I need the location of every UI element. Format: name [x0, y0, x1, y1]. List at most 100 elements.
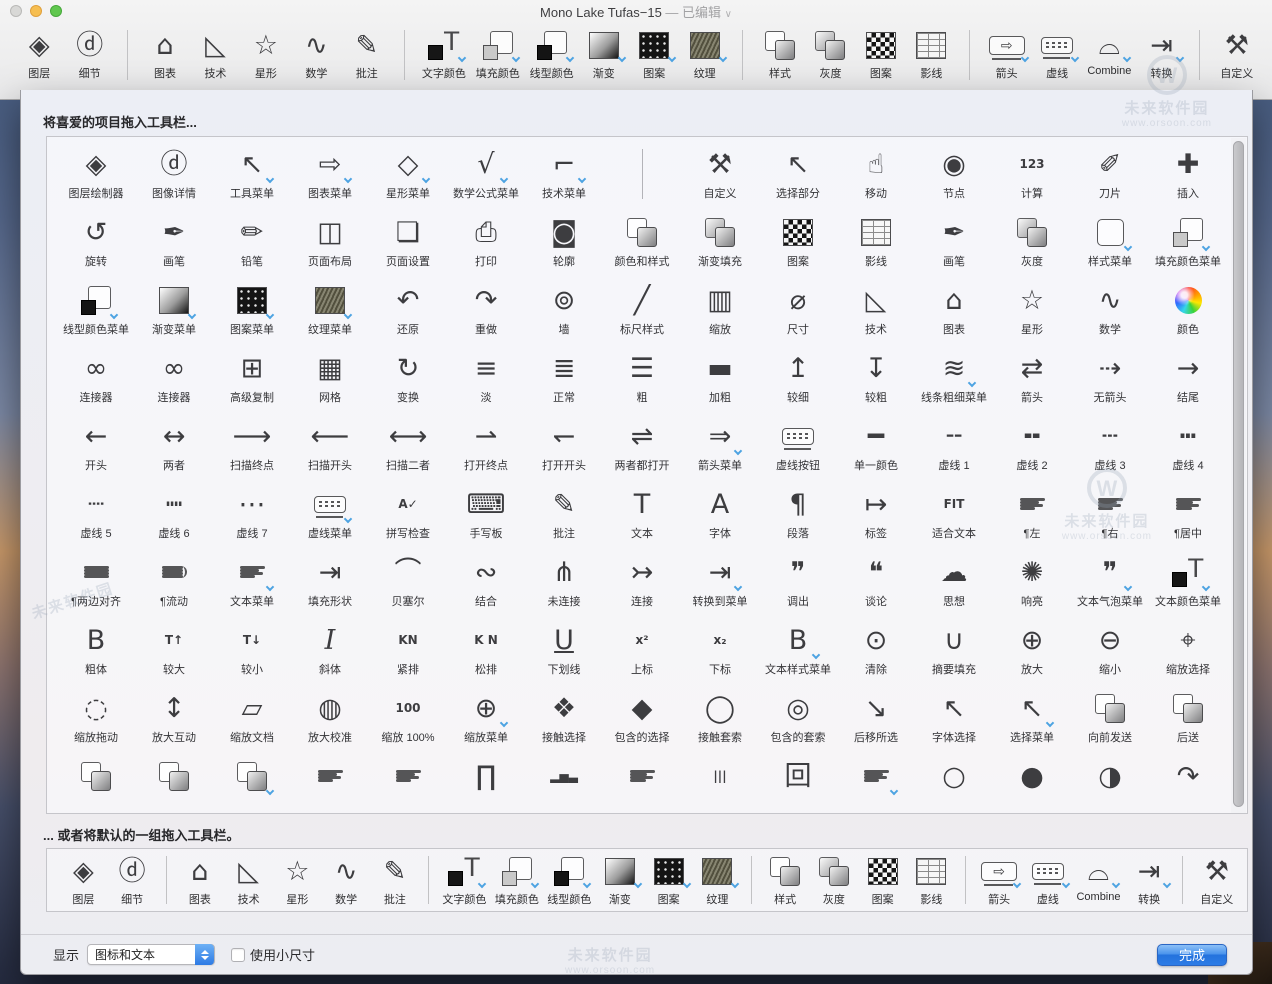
item-line-thick[interactable]: ☰粗 [603, 343, 681, 411]
done-button[interactable]: 完成 [1157, 944, 1227, 966]
item-chart[interactable]: ⌂图表 [148, 26, 182, 81]
item-redo[interactable]: ↷重做 [447, 275, 525, 343]
item-texture-menu[interactable]: 纹理菜单 [291, 275, 369, 343]
item-callout[interactable]: ❞调出 [759, 547, 837, 615]
item-style[interactable]: 样式 [763, 26, 797, 81]
item-math[interactable]: ∿数学 [328, 852, 365, 907]
item-dash[interactable]: 虚线 [1029, 852, 1066, 907]
item-tech[interactable]: ◺技术 [198, 26, 232, 81]
item-arrow[interactable]: ⇨箭头 [989, 26, 1023, 81]
item-dash-1[interactable]: ╌虚线 1 [915, 411, 993, 479]
item-grayscale[interactable]: 灰度 [816, 852, 853, 907]
item-select-part[interactable]: ↖选择部分 [759, 139, 837, 207]
item-details[interactable]: ⓓ细节 [72, 26, 106, 81]
item-subscript[interactable]: x₂下标 [681, 615, 759, 683]
item-ruler-style[interactable]: ╱标尺样式 [603, 275, 681, 343]
item-para-left[interactable]: ¶左 [993, 479, 1071, 547]
item-texture[interactable]: 纹理 [687, 26, 721, 81]
item-rotate[interactable]: ↺旋转 [57, 207, 135, 275]
item-line-thinner[interactable]: ↥较细 [759, 343, 837, 411]
item-combine[interactable]: ⌓Combine [1090, 26, 1128, 77]
item-zoom-document[interactable]: ▱缩放文档 [213, 683, 291, 751]
item-italic[interactable]: I斜体 [291, 615, 369, 683]
item-tools-menu[interactable]: ↖工具菜单 [213, 139, 291, 207]
item-kern-tight[interactable]: KN紧排 [369, 615, 447, 683]
item-details[interactable]: ⓓ细节 [114, 852, 151, 907]
item-dash-4[interactable]: ┅虚线 4 [1149, 411, 1227, 479]
item-concentric-squares[interactable]: 回 [759, 751, 837, 814]
item-sweep-end[interactable]: ⟶扫描终点 [213, 411, 291, 479]
scrollbar-thumb[interactable] [1233, 141, 1244, 807]
item-arrow-start[interactable]: ←开头 [57, 411, 135, 479]
item-histogram[interactable]: ▂▅▃ [525, 751, 603, 814]
item-chart[interactable]: ⌂图表 [181, 852, 218, 907]
item-open-end[interactable]: ⇀打开终点 [447, 411, 525, 479]
item-overlap-squares[interactable] [57, 751, 135, 814]
item-text-color[interactable]: 文字颜色 [444, 852, 484, 907]
item-arrow-menu[interactable]: ⇒箭头菜单 [681, 411, 759, 479]
item-pencil[interactable]: ✏铅笔 [213, 207, 291, 275]
item-zoom-calibrate[interactable]: ◍放大校准 [291, 683, 369, 751]
item-contain-select[interactable]: ◆包含的选择 [603, 683, 681, 751]
item-line-faint[interactable]: ≡淡 [447, 343, 525, 411]
item-annotation[interactable]: ✎批注 [525, 479, 603, 547]
item-label-tag[interactable]: ↦标签 [837, 479, 915, 547]
item-stroke-color[interactable]: 线型颜色 [549, 852, 589, 907]
item-summary-fill[interactable]: ∪摘要填充 [915, 615, 993, 683]
item-convert[interactable]: ⇥转换 [1131, 852, 1168, 907]
close-button[interactable] [10, 5, 22, 17]
item-nodes[interactable]: ◉节点 [915, 139, 993, 207]
item-stroke-color[interactable]: 线型颜色 [533, 26, 571, 81]
item-annotation[interactable]: ✎批注 [350, 26, 384, 81]
item-sweep-start[interactable]: ⟵扫描开头 [291, 411, 369, 479]
item-para-right[interactable]: ¶右 [1071, 479, 1149, 547]
item-para-center[interactable]: ¶居中 [1149, 479, 1227, 547]
item-layer-drawer[interactable]: ◈图层绘制器 [57, 139, 135, 207]
item-hatch[interactable]: 影线 [913, 852, 950, 907]
item-style[interactable]: 样式 [767, 852, 804, 907]
item-star[interactable]: ☆星形 [249, 26, 283, 81]
item-color-and-style[interactable]: 颜色和样式 [603, 207, 681, 275]
item-dash-button[interactable]: 虚线按钮 [759, 411, 837, 479]
item-overlap-squares-2[interactable] [135, 751, 213, 814]
item-insert[interactable]: ✚插入 [1149, 139, 1227, 207]
item-math[interactable]: ∿数学 [1071, 275, 1149, 343]
item-pattern[interactable]: 图案 [637, 26, 671, 81]
item-text-style-menu[interactable]: B文本样式菜单 [759, 615, 837, 683]
item-dash-7[interactable]: ⋯虚线 7 [213, 479, 291, 547]
item-tablet[interactable]: ⌨手写板 [447, 479, 525, 547]
item-customize[interactable]: ⚒自定义 [1220, 26, 1254, 81]
item-gradient[interactable]: 渐变 [602, 852, 639, 907]
item-pattern-swatch[interactable]: 图案 [864, 852, 901, 907]
item-convert-to-menu[interactable]: ⇥转换到菜单 [681, 547, 759, 615]
item-outline[interactable]: ◙轮廓 [525, 207, 603, 275]
item-loud-burst[interactable]: ✺响亮 [993, 547, 1071, 615]
item-smaller-text[interactable]: T↓较小 [213, 615, 291, 683]
item-larger-text[interactable]: T↑较大 [135, 615, 213, 683]
display-mode-select[interactable]: 图标和文本 [87, 944, 215, 965]
item-layers[interactable]: ◈图层 [22, 26, 56, 81]
item-tech-menu[interactable]: ⌐技术菜单 [525, 139, 603, 207]
item-stroke-color-menu[interactable]: 线型颜色菜单 [57, 275, 135, 343]
item-star-menu[interactable]: ◇星形菜单 [369, 139, 447, 207]
default-toolbar-set[interactable]: ◈图层ⓓ细节⌂图表◺技术☆星形∿数学✎批注文字颜色填充颜色线型颜色渐变图案纹理样… [46, 848, 1248, 912]
item-align-lines-left[interactable] [291, 751, 369, 814]
item-dash-3[interactable]: ┄虚线 3 [1071, 411, 1149, 479]
item-underline[interactable]: U下划线 [525, 615, 603, 683]
item-pattern[interactable]: 图案 [759, 207, 837, 275]
item-transform[interactable]: ↻变换 [369, 343, 447, 411]
item-convert[interactable]: ⇥转换 [1144, 26, 1178, 81]
item-paragraph[interactable]: ¶段落 [759, 479, 837, 547]
item-disconnected[interactable]: ⋔未连接 [525, 547, 603, 615]
item-pattern[interactable]: 图案 [650, 852, 687, 907]
item-star[interactable]: ☆星形 [993, 275, 1071, 343]
item-touch-lasso[interactable]: ◯接触套索 [681, 683, 759, 751]
item-dash[interactable]: 虚线 [1040, 26, 1074, 81]
item-customize[interactable]: ⚒自定义 [681, 139, 759, 207]
item-blade[interactable]: ✐刀片 [1071, 139, 1149, 207]
item-grayscale[interactable]: 灰度 [813, 26, 847, 81]
item-join[interactable]: ∾结合 [447, 547, 525, 615]
item-send-forward[interactable]: 向前发送 [1071, 683, 1149, 751]
item-zoom-selection[interactable]: ⌖缩放选择 [1149, 615, 1227, 683]
item-math[interactable]: ∿数学 [299, 26, 333, 81]
